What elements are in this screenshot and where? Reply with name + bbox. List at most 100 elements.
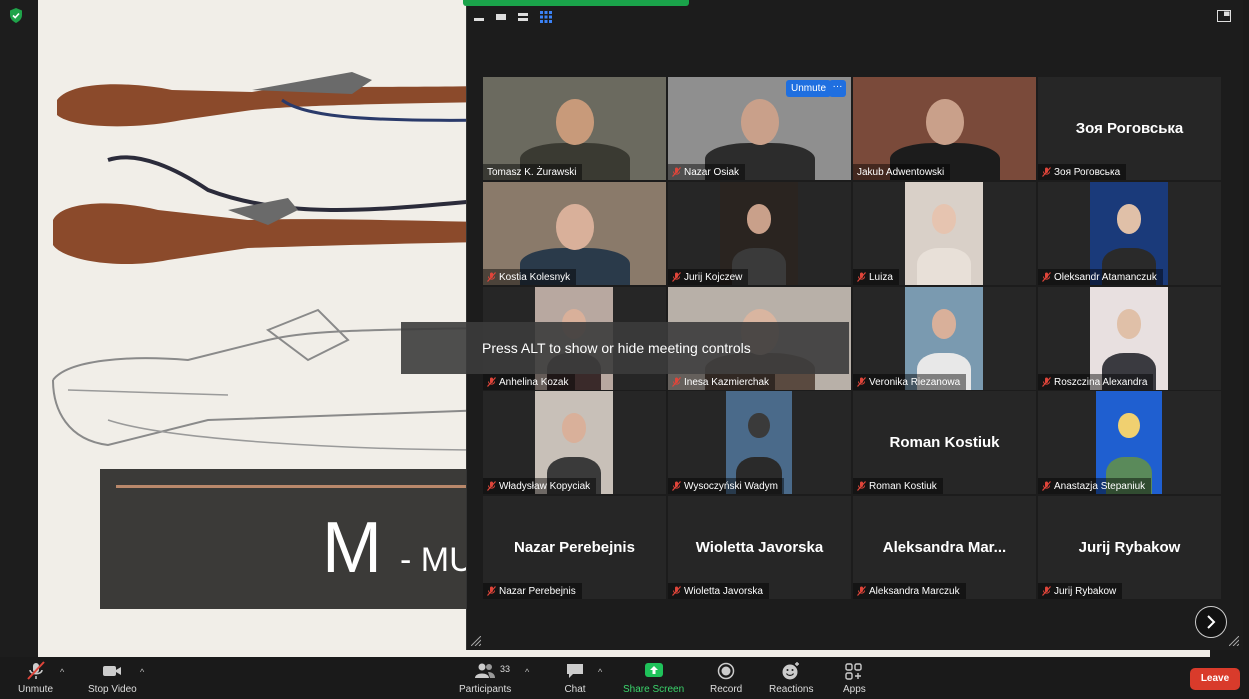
participant-name: Wioletta Javorska	[684, 585, 763, 597]
mic-muted-icon	[857, 586, 866, 596]
more-options-button[interactable]: ···	[829, 80, 846, 97]
person-face	[561, 413, 587, 443]
mic-muted-icon	[857, 481, 866, 491]
person-face	[740, 99, 779, 145]
mic-muted-icon	[672, 167, 681, 177]
speaker-view-icon[interactable]	[496, 13, 506, 21]
reactions-button[interactable]: Reactions	[769, 661, 813, 695]
participant-tile[interactable]: Oleksandr Atamanczuk	[1038, 182, 1221, 285]
mic-muted-icon	[672, 272, 681, 282]
participant-name-bar: Jakub Adwentowski	[853, 164, 951, 180]
exit-fullscreen-icon[interactable]	[1217, 10, 1231, 22]
left-strip	[0, 0, 38, 657]
participant-tile[interactable]: Wysoczyński Wadym	[668, 391, 851, 494]
record-icon	[717, 662, 735, 680]
person-face	[925, 99, 964, 145]
unmute-button[interactable]: Unmute	[18, 661, 53, 695]
participants-options-caret[interactable]: ^	[525, 667, 529, 677]
person-face	[555, 99, 594, 145]
audio-options-caret[interactable]: ^	[60, 667, 64, 677]
slide-title-letter: M	[322, 508, 382, 588]
participant-name: Luiza	[869, 271, 893, 283]
participant-name-bar: Wysoczyński Wadym	[668, 478, 784, 494]
mic-muted-icon	[672, 481, 681, 491]
resize-handle-icon[interactable]	[471, 636, 481, 646]
mic-muted-icon	[1042, 167, 1051, 177]
participant-tile[interactable]: Tomasz K. Żurawski	[483, 77, 666, 180]
participant-name: Aleksandra Marczuk	[869, 585, 960, 597]
participant-name-bar: Nazar Perebejnis	[483, 583, 582, 599]
mic-muted-icon	[672, 377, 681, 387]
next-page-button[interactable]	[1195, 606, 1227, 638]
participant-name: Inesa Kazmierchak	[684, 376, 770, 388]
share-screen-button[interactable]: Share Screen	[623, 661, 684, 695]
screen-share-indicator	[463, 0, 689, 6]
participants-label: Participants	[459, 684, 512, 695]
person-face	[748, 413, 770, 439]
meeting-toolbar: Unmute ^ Stop Video ^ Participants 33 ^ …	[0, 657, 1249, 699]
stop-video-label: Stop Video	[88, 684, 137, 695]
minimize-icon[interactable]	[474, 13, 484, 21]
participant-name: Зоя Роговська	[1054, 166, 1121, 178]
participant-name: Roszczina Alexandra	[1054, 376, 1148, 388]
participant-name: Tomasz K. Żurawski	[487, 166, 577, 178]
participant-tile[interactable]: Luiza	[853, 182, 1036, 285]
participant-tile[interactable]: Roszczina Alexandra	[1038, 287, 1221, 390]
participant-name-bar: Tomasz K. Żurawski	[483, 164, 583, 180]
participant-name-bar: Anastazja Stepaniuk	[1038, 478, 1152, 494]
participant-name-bar: Luiza	[853, 269, 899, 285]
participant-tile[interactable]: Roman Kostiuk Roman Kostiuk	[853, 391, 1036, 494]
person-face	[1116, 204, 1142, 234]
mic-muted-icon	[672, 586, 681, 596]
participant-name: Nazar Perebejnis	[499, 585, 576, 597]
chat-button[interactable]: Chat	[564, 661, 586, 695]
reactions-label: Reactions	[769, 684, 814, 695]
participant-name-bar: Jurij Kojczew	[668, 269, 749, 285]
mic-muted-icon	[1042, 481, 1051, 491]
participant-name-bar: Roszczina Alexandra	[1038, 374, 1154, 390]
mic-muted-icon	[857, 272, 866, 282]
chat-options-caret[interactable]: ^	[598, 667, 602, 677]
leave-button[interactable]: Leave	[1190, 668, 1240, 690]
participant-tile[interactable]: Jakub Adwentowski	[853, 77, 1036, 180]
participant-tile[interactable]: Kostia Kolesnyk	[483, 182, 666, 285]
person-face	[1116, 309, 1142, 339]
participant-tile[interactable]: Jurij Kojczew	[668, 182, 851, 285]
strip-view-icon[interactable]	[518, 13, 528, 21]
mic-muted-icon	[1042, 272, 1051, 282]
participant-name: Kostia Kolesnyk	[499, 271, 571, 283]
participant-name-bar: Anhelina Kozak	[483, 374, 575, 390]
participant-name-bar: Wioletta Javorska	[668, 583, 769, 599]
participant-tile[interactable]: Veronika Riezanowa	[853, 287, 1036, 390]
participant-tile[interactable]: Wioletta Javorska Wioletta Javorska	[668, 496, 851, 599]
record-label: Record	[710, 684, 743, 695]
participant-tile[interactable]: Anastazja Stepaniuk	[1038, 391, 1221, 494]
apps-button[interactable]: Apps	[843, 661, 866, 695]
ask-to-unmute-button[interactable]: Unmute	[786, 80, 832, 97]
participant-tile[interactable]: Jurij Rybakow Jurij Rybakow	[1038, 496, 1221, 599]
participant-name-bar: Aleksandra Marczuk	[853, 583, 966, 599]
rifle-drawing-1	[57, 72, 492, 127]
mic-muted-icon	[1042, 377, 1051, 387]
mic-muted-icon	[26, 661, 45, 680]
participant-tile[interactable]: Nazar Osiak Unmute ···	[668, 77, 851, 180]
person-face	[555, 204, 594, 250]
person-face	[931, 309, 957, 339]
participant-name-bar: Kostia Kolesnyk	[483, 269, 577, 285]
shield-check-icon[interactable]	[9, 8, 23, 23]
mic-muted-icon	[487, 377, 496, 387]
participant-name: Oleksandr Atamanczuk	[1054, 271, 1157, 283]
stop-video-button[interactable]: Stop Video	[88, 661, 137, 695]
smiley-icon	[782, 662, 800, 680]
unmute-label: Unmute	[18, 684, 54, 695]
participant-tile[interactable]: Władysław Kopyciak	[483, 391, 666, 494]
participant-tile[interactable]: Nazar Perebejnis Nazar Perebejnis	[483, 496, 666, 599]
share-screen-label: Share Screen	[623, 684, 685, 695]
record-button[interactable]: Record	[710, 661, 742, 695]
participant-tile[interactable]: Aleksandra Mar... Aleksandra Marczuk	[853, 496, 1036, 599]
video-options-caret[interactable]: ^	[140, 667, 144, 677]
resize-handle-icon[interactable]	[1229, 636, 1239, 646]
gallery-grid-icon[interactable]	[540, 11, 552, 23]
mic-muted-icon	[487, 586, 496, 596]
participant-tile[interactable]: Зоя Роговська Зоя Роговська	[1038, 77, 1221, 180]
